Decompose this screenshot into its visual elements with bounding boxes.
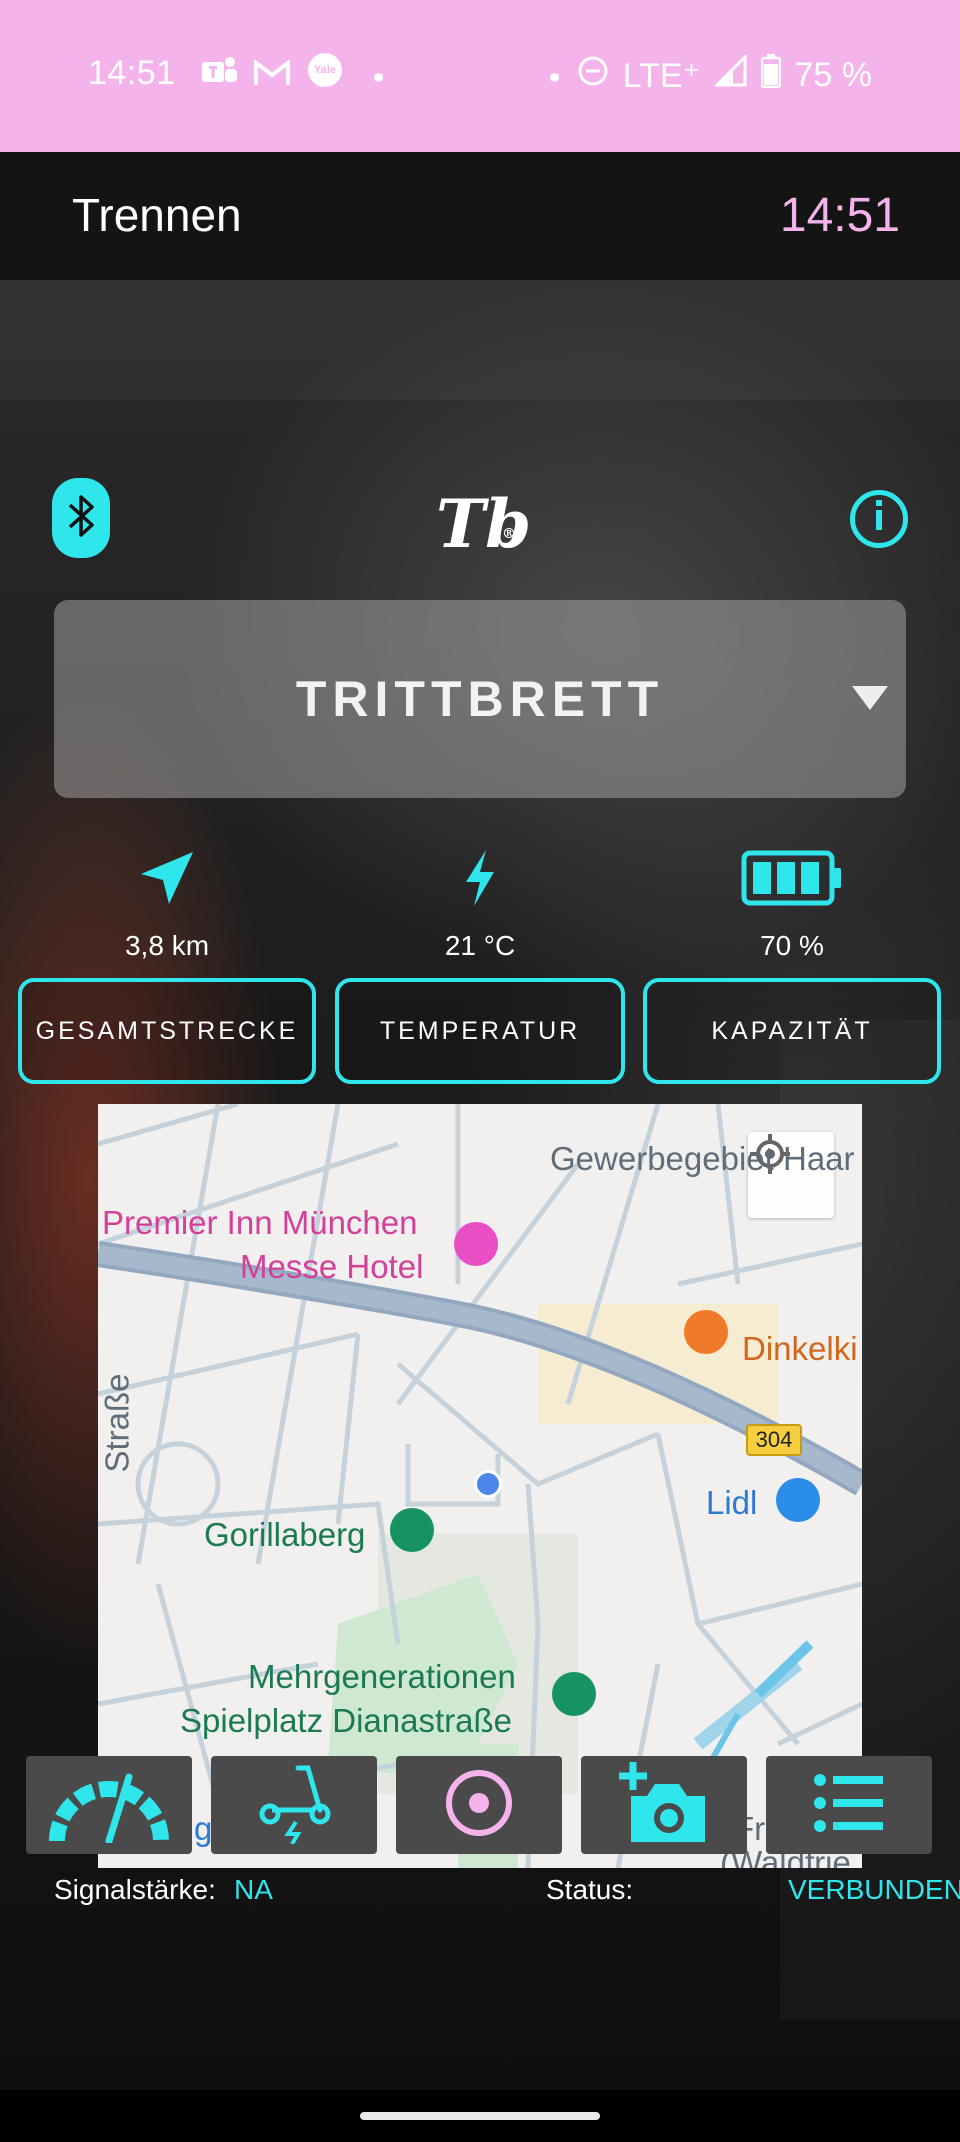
dnd-icon [577, 55, 609, 96]
info-icon [874, 500, 884, 538]
total-distance-button[interactable]: GESAMTSTRECKE [18, 978, 316, 1084]
battery-percent: 75 % [794, 56, 873, 94]
map-label: Straße [98, 1373, 136, 1473]
record-button[interactable] [396, 1756, 562, 1854]
disconnect-button[interactable]: Trennen [72, 188, 242, 242]
map-label: Premier Inn München [102, 1204, 418, 1241]
signal-value: NA [234, 1874, 273, 1905]
battery-icon [760, 54, 781, 97]
bluetooth-icon [66, 491, 96, 546]
road-number-shield: 304 [746, 1424, 802, 1456]
bluetooth-button[interactable] [52, 478, 110, 558]
list-icon [813, 1772, 885, 1839]
teams-icon [200, 56, 238, 86]
device-selector[interactable]: TRITTBRETT [54, 600, 906, 798]
stat-distance: 3,8 km [67, 846, 267, 962]
status-value: VERBUNDEN [788, 1874, 960, 1905]
speedometer-button[interactable] [26, 1756, 192, 1854]
status-right-group: LTE⁺ 75 % [577, 53, 873, 97]
network-type: LTE⁺ [622, 56, 701, 95]
speedometer-icon [47, 1763, 171, 1848]
signal-icon [712, 53, 747, 96]
status-time: 14:51 [88, 54, 176, 92]
map-label: Spielplatz Dianastraße [180, 1702, 512, 1739]
device-name: TRITTBRETT [295, 671, 665, 727]
scooter-button[interactable] [211, 1756, 377, 1854]
map-label: g [194, 1810, 213, 1847]
map-label: Messe Hotel [240, 1248, 424, 1285]
notification-dot [374, 73, 383, 82]
notification-dot [550, 73, 559, 82]
info-button[interactable] [850, 490, 908, 548]
scooter-icon [254, 1762, 334, 1849]
map-label: Dinkelki [742, 1330, 858, 1367]
app-clock: 14:51 [779, 189, 900, 242]
gmail-icon [254, 58, 290, 88]
lightning-icon [380, 846, 580, 910]
add-photo-button[interactable] [581, 1756, 747, 1854]
navigation-arrow-icon [67, 846, 267, 910]
battery-icon [692, 846, 892, 910]
map-label: Gewerbegebiet Haar [550, 1140, 855, 1177]
stat-capacity: 70 % [692, 846, 892, 962]
yale-icon: Yale [306, 53, 344, 87]
add-photo-icon [619, 1761, 709, 1849]
home-gesture-handle[interactable] [360, 2112, 600, 2120]
map-label: Lidl [706, 1484, 758, 1521]
map-label: Gorillaberg [204, 1516, 366, 1553]
list-button[interactable] [766, 1756, 932, 1854]
map-view[interactable]: Gewerbegebiet Haar Premier Inn München M… [98, 1104, 862, 1868]
stat-temperature: 21 °C [380, 846, 580, 962]
temperature-button[interactable]: TEMPERATUR [335, 978, 625, 1084]
map-label: Mehrgenerationen [248, 1658, 516, 1695]
app-bar: Trennen 14:51 [0, 152, 960, 280]
stat-distance-value: 3,8 km [124, 930, 210, 961]
status-label: Status: [546, 1874, 634, 1905]
signal-label: Signalstärke: [54, 1874, 216, 1905]
brand-logo: Tb ® [436, 485, 532, 563]
system-status-bar: 14:51 Yale LTE⁺ 75 % [0, 0, 960, 152]
record-icon [444, 1768, 514, 1843]
dropdown-caret-icon [852, 686, 888, 710]
stat-capacity-value: 70 % [760, 930, 824, 961]
capacity-button[interactable]: KAPAZITÄT [643, 978, 941, 1084]
stat-temperature-value: 21 °C [444, 930, 516, 961]
